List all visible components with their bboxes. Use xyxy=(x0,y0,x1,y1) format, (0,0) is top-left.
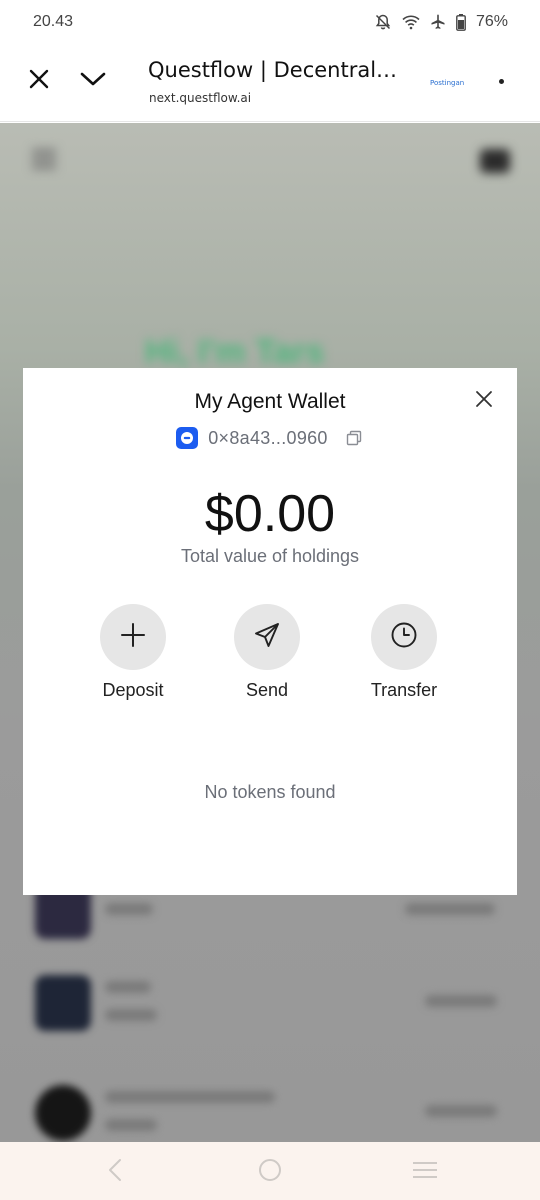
wallet-logo-icon xyxy=(176,427,199,449)
status-time: 20.43 xyxy=(33,13,74,30)
chevron-down-icon xyxy=(80,71,106,92)
wifi-icon xyxy=(402,14,420,30)
wallet-actions: Deposit Send Transfer xyxy=(23,604,517,704)
wallet-address: 0×8a43...0960 xyxy=(208,427,328,448)
battery-percentage: 76% xyxy=(475,13,508,30)
wallet-address-row: 0×8a43...0960 xyxy=(23,427,517,449)
transfer-button[interactable]: Transfer xyxy=(344,604,464,701)
transfer-label: Transfer xyxy=(370,680,438,700)
wallet-modal: My Agent Wallet 0×8a43...0960 $0.00 Tota… xyxy=(23,368,517,895)
background-greeting: Hi, I'm Tars xyxy=(145,333,325,371)
modal-title: My Agent Wallet xyxy=(194,390,346,413)
list-item xyxy=(35,975,505,1035)
notifications-off-icon xyxy=(374,13,392,31)
close-icon xyxy=(28,68,50,95)
deposit-label: Deposit xyxy=(102,680,164,700)
clock-icon xyxy=(390,621,418,654)
camera-icon xyxy=(480,149,510,173)
more-vertical-icon xyxy=(498,78,504,84)
recents-button[interactable] xyxy=(411,1159,439,1185)
menu-icon xyxy=(32,149,56,169)
send-button[interactable]: Send xyxy=(207,604,327,701)
deposit-button[interactable]: Deposit xyxy=(73,604,193,701)
status-icons: 76% xyxy=(374,13,508,31)
minimize-button[interactable] xyxy=(76,64,110,98)
page-url[interactable]: next.questflow.ai xyxy=(149,91,251,105)
back-icon xyxy=(108,1158,122,1187)
total-balance: $0.00 xyxy=(204,485,336,543)
battery-icon xyxy=(456,13,466,31)
airplane-icon xyxy=(430,14,446,30)
back-button[interactable] xyxy=(102,1158,128,1187)
status-bar: 20.43 76% xyxy=(0,0,540,44)
send-circle[interactable] xyxy=(234,604,300,670)
browser-header: Questflow | Decentraliz... next.questflo… xyxy=(0,44,540,122)
empty-tokens-message: No tokens found xyxy=(204,782,336,802)
copy-address-icon[interactable] xyxy=(344,428,364,448)
list-item xyxy=(35,1085,505,1142)
page-title: Questflow | Decentraliz... xyxy=(148,58,398,82)
plus-icon xyxy=(120,622,146,653)
close-tab-button[interactable] xyxy=(22,64,56,98)
recents-icon xyxy=(412,1160,438,1185)
transfer-circle[interactable] xyxy=(371,604,437,670)
send-label: Send xyxy=(245,680,289,700)
send-icon xyxy=(253,621,281,654)
modal-close-button[interactable] xyxy=(472,389,496,413)
navigation-bar xyxy=(0,1142,540,1200)
home-icon xyxy=(258,1158,282,1187)
balance-caption: Total value of holdings xyxy=(180,546,360,566)
deposit-circle[interactable] xyxy=(100,604,166,670)
home-button[interactable] xyxy=(257,1158,283,1187)
more-options-button[interactable] xyxy=(486,64,516,98)
site-badge: Postingan xyxy=(430,79,465,87)
close-icon xyxy=(475,390,493,413)
